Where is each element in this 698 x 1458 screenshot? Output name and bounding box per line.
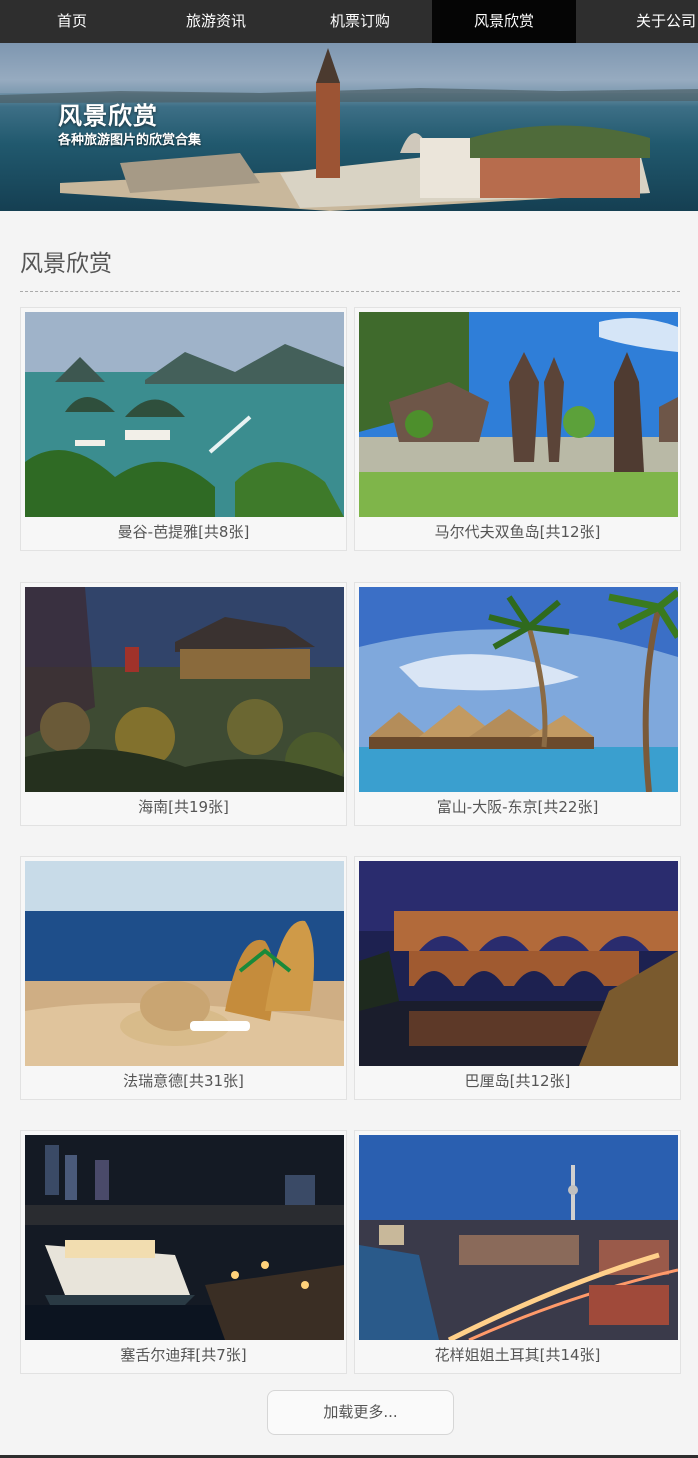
gallery-caption[interactable]: 马尔代夫双鱼岛[共12张] — [355, 521, 680, 542]
banner-title: 风景欣赏 — [58, 102, 158, 130]
gallery-card[interactable]: 富山-大阪-东京[共22张] — [354, 582, 681, 826]
nav-about[interactable]: 关于公司 — [576, 0, 698, 43]
top-nav: 首页 旅游资讯 机票订购 风景欣赏 关于公司 — [0, 0, 698, 43]
gallery-card[interactable]: 曼谷-芭提雅[共8张] — [20, 307, 347, 551]
gallery-card[interactable]: 塞舌尔迪拜[共7张] — [20, 1130, 347, 1374]
gallery-card[interactable]: 巴厘岛[共12张] — [354, 856, 681, 1100]
gallery-thumbnail-halong-bay[interactable] — [25, 312, 344, 517]
gallery-caption[interactable]: 巴厘岛[共12张] — [355, 1070, 680, 1091]
gallery-card[interactable]: 花样姐姐土耳其[共14张] — [354, 1130, 681, 1374]
gallery-card[interactable]: 法瑞意德[共31张] — [20, 856, 347, 1100]
gallery-caption[interactable]: 花样姐姐土耳其[共14张] — [355, 1344, 680, 1365]
section-title: 风景欣赏 — [20, 251, 112, 277]
nav-flight-booking[interactable]: 机票订购 — [288, 0, 432, 43]
gallery-thumbnail-kyoto-temple[interactable] — [25, 587, 344, 792]
gallery-card[interactable]: 马尔代夫双鱼岛[共12张] — [354, 307, 681, 551]
nav-scenery[interactable]: 风景欣赏 — [432, 0, 576, 43]
gallery-caption[interactable]: 海南[共19张] — [21, 796, 346, 817]
gallery-thumbnail-berlin-night[interactable] — [359, 1135, 678, 1340]
gallery-caption[interactable]: 塞舌尔迪拜[共7张] — [21, 1344, 346, 1365]
load-more-button[interactable]: 加载更多... — [267, 1390, 454, 1435]
nav-home[interactable]: 首页 — [0, 0, 144, 43]
section-divider — [20, 291, 680, 292]
nav-travel-news[interactable]: 旅游资讯 — [144, 0, 288, 43]
gallery-thumbnail-tropical-huts[interactable] — [359, 587, 678, 792]
gallery-caption[interactable]: 富山-大阪-东京[共22张] — [355, 796, 680, 817]
gallery-card[interactable]: 海南[共19张] — [20, 582, 347, 826]
banner: 风景欣赏 各种旅游图片的欣赏合集 — [0, 43, 698, 211]
gallery-caption[interactable]: 法瑞意德[共31张] — [21, 1070, 346, 1091]
banner-subtitle: 各种旅游图片的欣赏合集 — [58, 133, 202, 148]
gallery-thumbnail-beach-sandals[interactable] — [25, 861, 344, 1066]
gallery-caption[interactable]: 曼谷-芭提雅[共8张] — [21, 521, 346, 542]
gallery-thumbnail-aqueduct[interactable] — [359, 861, 678, 1066]
gallery-thumbnail-harbour-night[interactable] — [25, 1135, 344, 1340]
gallery-thumbnail-bali-temple[interactable] — [359, 312, 678, 517]
